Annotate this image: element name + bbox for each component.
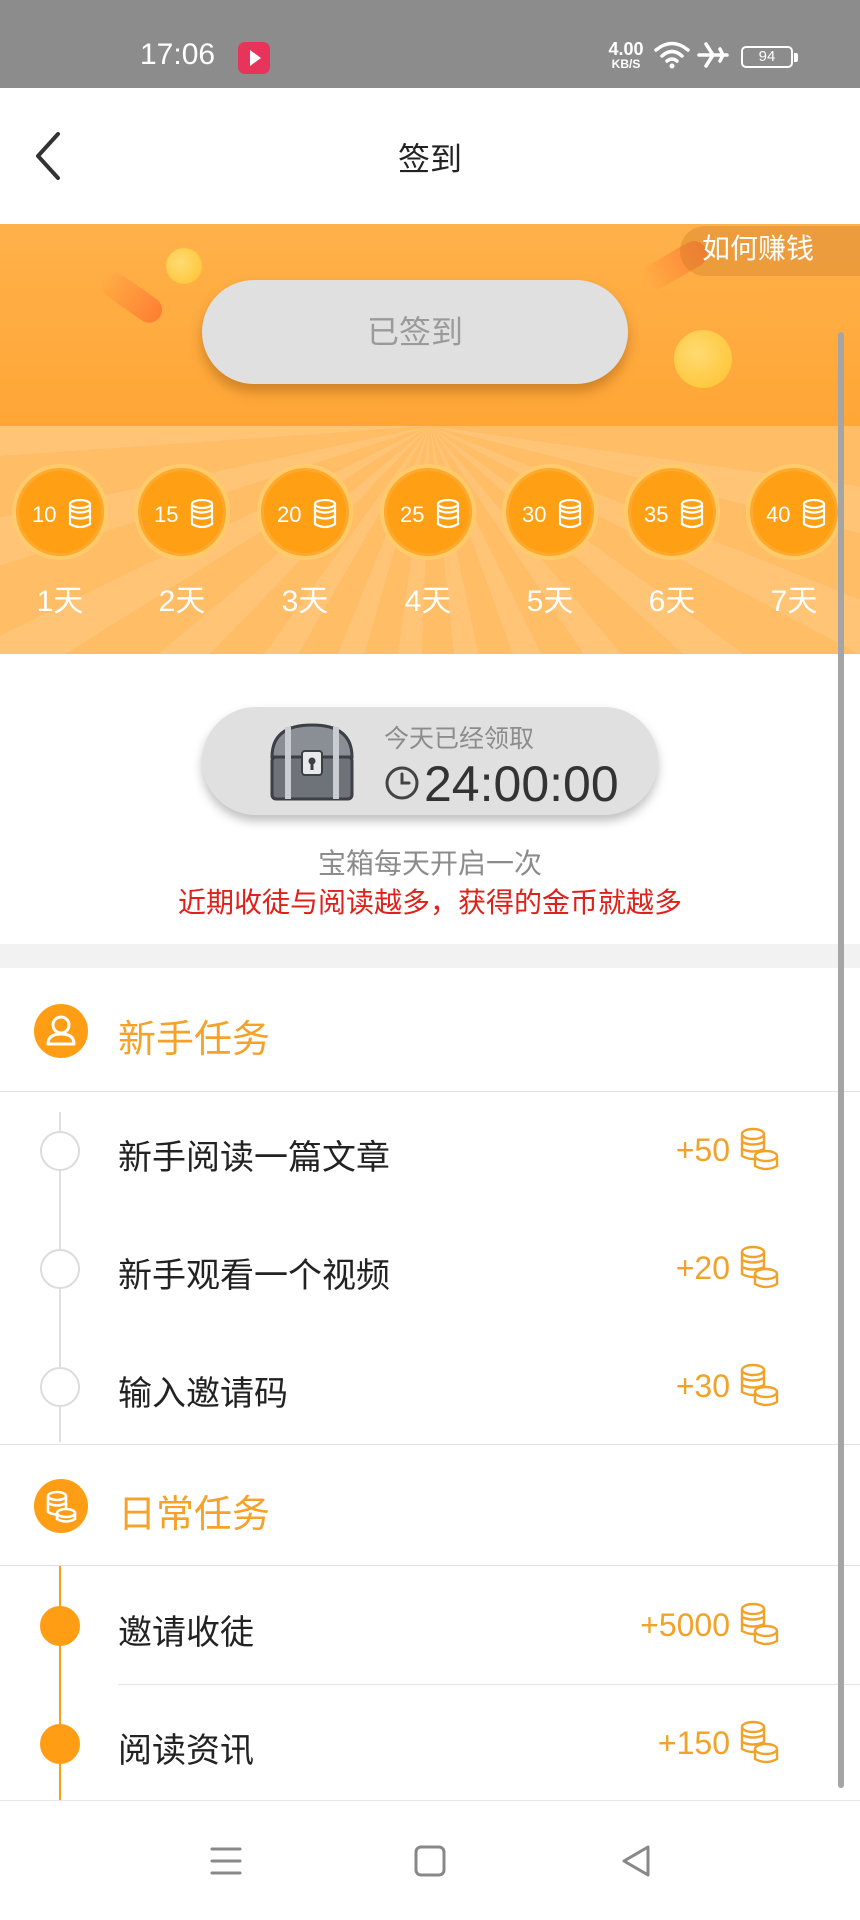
day-label: 2天	[158, 585, 206, 618]
scrollbar[interactable]	[838, 332, 844, 1788]
day-label: 7天	[770, 585, 818, 618]
home-square-icon[interactable]	[408, 1839, 452, 1883]
decorative-coin	[166, 248, 202, 284]
chest-highlight-note: 近期收徒与阅读越多，获得的金币就越多	[177, 886, 682, 919]
day-coin-amount: 30	[522, 502, 547, 527]
clock-icon	[385, 766, 419, 800]
checkin-day: 30 5天	[502, 464, 598, 620]
task-status-dot	[40, 1367, 80, 1407]
signed-in-button[interactable]: 已签到	[202, 280, 628, 384]
top-app-bar: 签到	[0, 88, 860, 224]
back-triangle-icon[interactable]	[614, 1839, 658, 1883]
day-label: 4天	[404, 585, 452, 618]
coins-icon	[740, 1602, 779, 1646]
how-to-earn-link[interactable]: 如何赚钱	[680, 226, 860, 276]
task-name: 新手观看一个视频	[118, 1256, 390, 1296]
coin-stack-icon	[802, 498, 826, 529]
treasure-chest-card[interactable]: 今天已经领取 24:00:00	[202, 707, 658, 815]
task-status-dot	[40, 1131, 80, 1171]
network-speed-unit: KB/S	[611, 57, 641, 71]
daily-tasks-header: 日常任务	[0, 1444, 860, 1566]
task-reward: +50	[675, 1132, 730, 1168]
coin-stack-icon	[68, 498, 92, 529]
day-coin-badge: 10	[12, 464, 108, 560]
coins-icon	[740, 1245, 779, 1289]
task-reward: +20	[675, 1250, 730, 1286]
coins-icon	[34, 1479, 88, 1533]
task-row[interactable]: 阅读资讯 +150	[0, 1685, 860, 1803]
checkin-day: 40 7天	[746, 464, 842, 620]
task-reward: +150	[657, 1725, 730, 1761]
task-row[interactable]: 输入邀请码 +30	[0, 1328, 860, 1446]
coin-stack-icon	[558, 498, 582, 529]
task-status-dot	[40, 1606, 80, 1646]
task-status-dot	[40, 1249, 80, 1289]
day-coin-badge: 35	[624, 464, 720, 560]
day-coin-badge: 30	[502, 464, 598, 560]
task-reward: +5000	[640, 1607, 730, 1643]
section-divider	[0, 944, 860, 968]
status-bar: 17:06 4.00 KB/S 94	[0, 0, 860, 88]
chest-countdown: 24:00:00	[424, 756, 619, 812]
status-time: 17:06	[140, 38, 216, 71]
treasure-chest-icon	[270, 723, 354, 801]
coins-icon	[740, 1363, 779, 1407]
task-name: 输入邀请码	[118, 1374, 288, 1414]
newbie-tasks-title: 新手任务	[118, 1017, 271, 1061]
checkin-day: 20 3天	[257, 464, 353, 620]
menu-icon[interactable]	[204, 1839, 248, 1883]
wifi-icon	[654, 41, 690, 69]
day-coin-badge: 25	[380, 464, 476, 560]
task-name: 新手阅读一篇文章	[118, 1138, 390, 1178]
video-app-icon	[238, 42, 270, 74]
task-name: 阅读资讯	[118, 1731, 254, 1771]
day-coin-amount: 40	[766, 502, 791, 527]
page-title: 签到	[397, 140, 462, 178]
day-coin-amount: 35	[644, 502, 669, 527]
decorative-coin	[674, 330, 732, 388]
day-coin-amount: 15	[154, 502, 179, 527]
checkin-day: 25 4天	[380, 464, 476, 620]
task-name: 邀请收徒	[118, 1613, 254, 1653]
daily-tasks-title: 日常任务	[118, 1492, 271, 1536]
day-coin-badge: 20	[257, 464, 353, 560]
task-row[interactable]: 邀请收徒 +5000	[0, 1567, 860, 1685]
checkin-day: 35 6天	[624, 464, 720, 620]
system-nav-bar	[0, 1800, 860, 1920]
coins-icon	[740, 1720, 779, 1764]
day-label: 5天	[526, 585, 574, 618]
battery-icon: 94	[741, 46, 798, 68]
task-status-dot	[40, 1724, 80, 1764]
checkin-day: 15 2天	[134, 464, 230, 620]
coin-stack-icon	[313, 498, 337, 529]
day-label: 6天	[648, 585, 696, 618]
coin-stack-icon	[680, 498, 704, 529]
task-reward: +30	[675, 1368, 730, 1404]
coin-stack-icon	[190, 498, 214, 529]
coins-icon	[740, 1127, 779, 1171]
newbie-tasks-header: 新手任务	[0, 970, 860, 1092]
day-coin-amount: 20	[277, 502, 302, 527]
day-label: 1天	[36, 585, 84, 618]
day-coin-amount: 10	[32, 502, 57, 527]
checkin-day: 10 1天	[12, 464, 108, 620]
network-speed: 4.00 KB/S	[604, 40, 648, 70]
day-coin-amount: 25	[400, 502, 425, 527]
checkin-banner: 如何赚钱 已签到 10 1天 15 2天 20 3天 25 4天 30 5天 3…	[0, 224, 860, 654]
task-row[interactable]: 新手阅读一篇文章 +50	[0, 1092, 860, 1210]
task-row[interactable]: 新手观看一个视频 +20	[0, 1210, 860, 1328]
airplane-mode-icon	[697, 42, 729, 68]
day-coin-badge: 40	[746, 464, 842, 560]
network-speed-value: 4.00	[608, 39, 644, 59]
coin-stack-icon	[436, 498, 460, 529]
day-coin-badge: 15	[134, 464, 230, 560]
user-icon	[34, 1004, 88, 1058]
day-label: 3天	[281, 585, 329, 618]
chest-status: 今天已经领取	[384, 724, 535, 753]
chest-note: 宝箱每天开启一次	[317, 847, 542, 880]
